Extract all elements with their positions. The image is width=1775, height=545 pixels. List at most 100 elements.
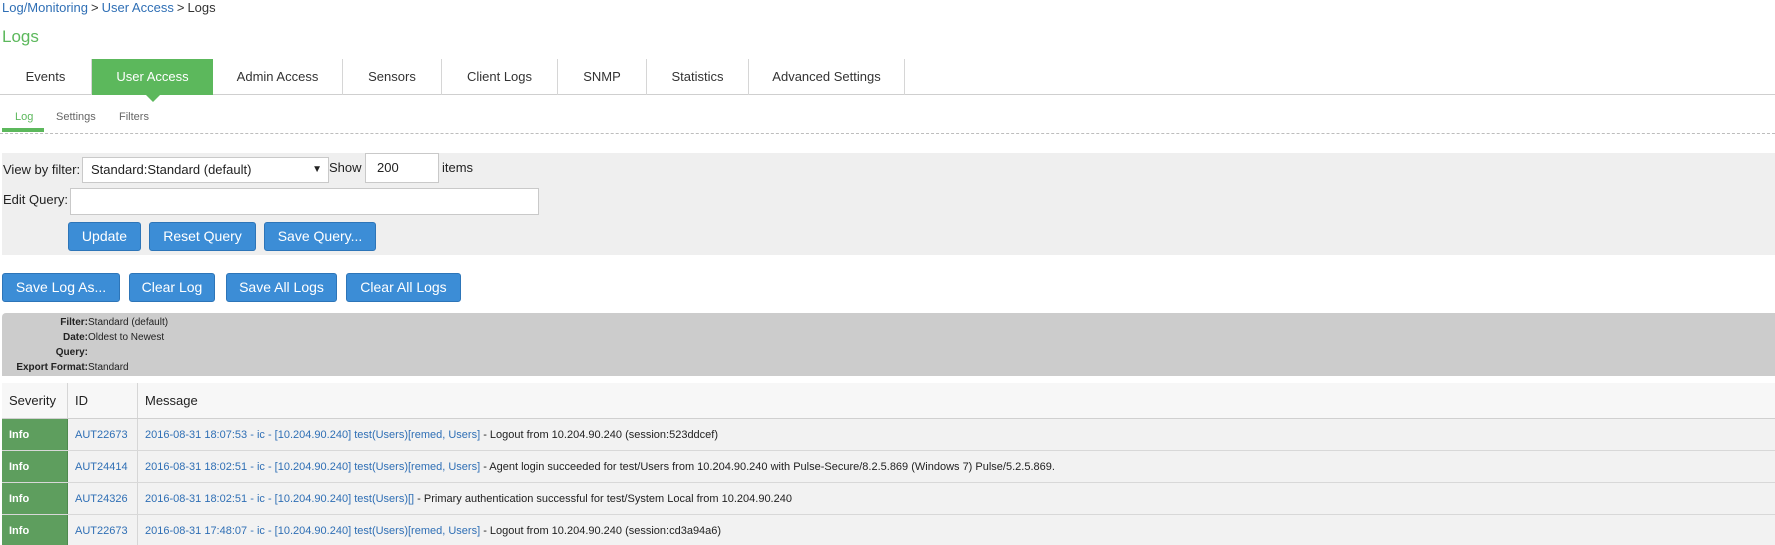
tab-sensors[interactable]: Sensors bbox=[343, 59, 442, 95]
log-message: 2016-08-31 17:48:07 - ic - [10.204.90.24… bbox=[138, 515, 1775, 545]
summary-filter-key: Filter: bbox=[60, 317, 88, 328]
column-header-message[interactable]: Message bbox=[138, 383, 1775, 418]
summary-export-value: Standard bbox=[88, 362, 129, 373]
log-id-link[interactable]: AUT22673 bbox=[68, 419, 138, 450]
save-all-logs-button[interactable]: Save All Logs bbox=[226, 273, 337, 302]
summary-date-key: Date: bbox=[62, 332, 88, 343]
severity-badge: Info bbox=[2, 515, 68, 545]
log-message: 2016-08-31 18:07:53 - ic - [10.204.90.24… bbox=[138, 419, 1775, 450]
filter-select[interactable]: Standard:Standard (default) ▼ bbox=[82, 157, 329, 183]
log-ip-link[interactable]: 10.204.90.240 bbox=[278, 525, 348, 537]
view-by-filter-label: View by filter: bbox=[3, 162, 81, 177]
log-timestamp-link[interactable]: 2016-08-31 18:02:51 bbox=[145, 493, 247, 505]
clear-all-logs-button[interactable]: Clear All Logs bbox=[346, 273, 461, 302]
breadcrumb-user-access[interactable]: User Access bbox=[102, 0, 174, 15]
column-header-id[interactable]: ID bbox=[68, 383, 138, 418]
subtab-settings[interactable]: Settings bbox=[56, 110, 96, 124]
log-timestamp-link[interactable]: 2016-08-31 18:02:51 bbox=[145, 461, 247, 473]
subtab-log[interactable]: Log bbox=[15, 110, 33, 124]
save-query-button[interactable]: Save Query... bbox=[264, 222, 376, 251]
tab-client-logs[interactable]: Client Logs bbox=[442, 59, 558, 95]
log-roles-link[interactable]: [remed, Users] bbox=[408, 461, 480, 473]
breadcrumb: Log/Monitoring > User Access > Logs bbox=[2, 0, 216, 16]
log-separator: - [ bbox=[264, 525, 278, 537]
log-id-link[interactable]: AUT24326 bbox=[68, 483, 138, 514]
tab-snmp[interactable]: SNMP bbox=[558, 59, 647, 95]
log-ip-link[interactable]: 10.204.90.240 bbox=[278, 429, 348, 441]
save-log-as-button[interactable]: Save Log As... bbox=[2, 273, 120, 302]
log-message: 2016-08-31 18:02:51 - ic - [10.204.90.24… bbox=[138, 451, 1775, 482]
log-node-link[interactable]: ic bbox=[257, 461, 265, 473]
log-message: 2016-08-31 18:02:51 - ic - [10.204.90.24… bbox=[138, 483, 1775, 514]
log-separator: - bbox=[247, 525, 257, 537]
log-separator: - bbox=[247, 429, 257, 441]
log-separator: - bbox=[247, 461, 257, 473]
column-header-severity[interactable]: Severity bbox=[2, 383, 68, 418]
table-row: Info AUT22673 2016-08-31 17:48:07 - ic -… bbox=[2, 515, 1775, 545]
items-label: items bbox=[442, 160, 474, 175]
tab-user-access[interactable]: User Access bbox=[92, 59, 213, 102]
severity-badge: Info bbox=[2, 451, 68, 482]
log-user-link[interactable]: test(Users) bbox=[354, 493, 408, 505]
summary-filter-value: Standard (default) bbox=[88, 317, 169, 328]
severity-badge: Info bbox=[2, 419, 68, 450]
tab-advanced-settings[interactable]: Advanced Settings bbox=[749, 59, 905, 95]
main-tabs: Events User Access Admin Access Sensors … bbox=[0, 59, 1775, 102]
log-ip-link[interactable]: 10.204.90.240 bbox=[278, 461, 348, 473]
severity-badge: Info bbox=[2, 483, 68, 514]
summary-date-value: Oldest to Newest bbox=[88, 332, 165, 343]
log-summary: Filter:Standard (default) Date:Oldest to… bbox=[2, 313, 1775, 376]
log-text: - Logout from 10.204.90.240 (session:523… bbox=[480, 429, 719, 441]
page-title: Logs bbox=[2, 27, 39, 46]
table-row: Info AUT22673 2016-08-31 18:07:53 - ic -… bbox=[2, 419, 1775, 451]
log-separator: - [ bbox=[264, 493, 278, 505]
log-user-link[interactable]: test(Users) bbox=[354, 525, 408, 537]
log-roles-link[interactable]: [remed, Users] bbox=[408, 429, 480, 441]
show-label: Show bbox=[329, 160, 362, 175]
log-ip-link[interactable]: 10.204.90.240 bbox=[278, 493, 348, 505]
table-row: Info AUT24414 2016-08-31 18:02:51 - ic -… bbox=[2, 451, 1775, 483]
log-node-link[interactable]: ic bbox=[257, 493, 265, 505]
log-text: - Primary authentication successful for … bbox=[414, 493, 792, 505]
breadcrumb-separator: > bbox=[176, 0, 185, 15]
breadcrumb-current: Logs bbox=[187, 0, 216, 15]
filter-select-value: Standard:Standard (default) bbox=[91, 162, 252, 177]
table-header-row: Severity ID Message bbox=[2, 383, 1775, 419]
clear-log-button[interactable]: Clear Log bbox=[129, 273, 215, 302]
tab-admin-access[interactable]: Admin Access bbox=[213, 59, 343, 95]
log-timestamp-link[interactable]: 2016-08-31 18:07:53 bbox=[145, 429, 247, 441]
update-button[interactable]: Update bbox=[68, 222, 141, 251]
log-id-link[interactable]: AUT24414 bbox=[68, 451, 138, 482]
active-tab-caret bbox=[145, 95, 160, 102]
chevron-down-icon: ▼ bbox=[312, 164, 322, 175]
edit-query-input[interactable] bbox=[70, 188, 539, 215]
reset-query-button[interactable]: Reset Query bbox=[149, 222, 256, 251]
summary-query: Query: bbox=[2, 346, 88, 360]
breadcrumb-separator: > bbox=[91, 0, 99, 15]
summary-filter: Filter:Standard (default) bbox=[2, 316, 168, 330]
active-subtab-indicator bbox=[2, 128, 44, 132]
log-text: - Agent login succeeded for test/Users f… bbox=[480, 461, 1055, 473]
log-user-link[interactable]: test(Users) bbox=[354, 461, 408, 473]
breadcrumb-log-monitoring[interactable]: Log/Monitoring bbox=[2, 0, 88, 15]
show-items-input[interactable]: 200 bbox=[365, 153, 439, 183]
table-row: Info AUT24326 2016-08-31 18:02:51 - ic -… bbox=[2, 483, 1775, 515]
subtab-filters[interactable]: Filters bbox=[119, 110, 149, 124]
log-separator: - bbox=[247, 493, 257, 505]
log-id-link[interactable]: AUT22673 bbox=[68, 515, 138, 545]
tab-statistics[interactable]: Statistics bbox=[647, 59, 749, 95]
log-node-link[interactable]: ic bbox=[257, 429, 265, 441]
log-roles-link[interactable]: [remed, Users] bbox=[408, 525, 480, 537]
edit-query-label: Edit Query: bbox=[3, 192, 69, 207]
log-node-link[interactable]: ic bbox=[257, 525, 265, 537]
summary-export-format: Export Format:Standard bbox=[2, 361, 129, 375]
log-timestamp-link[interactable]: 2016-08-31 17:48:07 bbox=[145, 525, 247, 537]
tab-user-access-label: User Access bbox=[116, 69, 189, 84]
tab-events[interactable]: Events bbox=[0, 59, 92, 95]
log-separator: - [ bbox=[264, 429, 278, 441]
query-panel: View by filter: Standard:Standard (defau… bbox=[2, 153, 1775, 255]
summary-date: Date:Oldest to Newest bbox=[2, 331, 164, 345]
log-user-link[interactable]: test(Users) bbox=[354, 429, 408, 441]
summary-export-key: Export Format: bbox=[16, 362, 88, 373]
sub-tabs: Log Settings Filters bbox=[0, 106, 1775, 134]
